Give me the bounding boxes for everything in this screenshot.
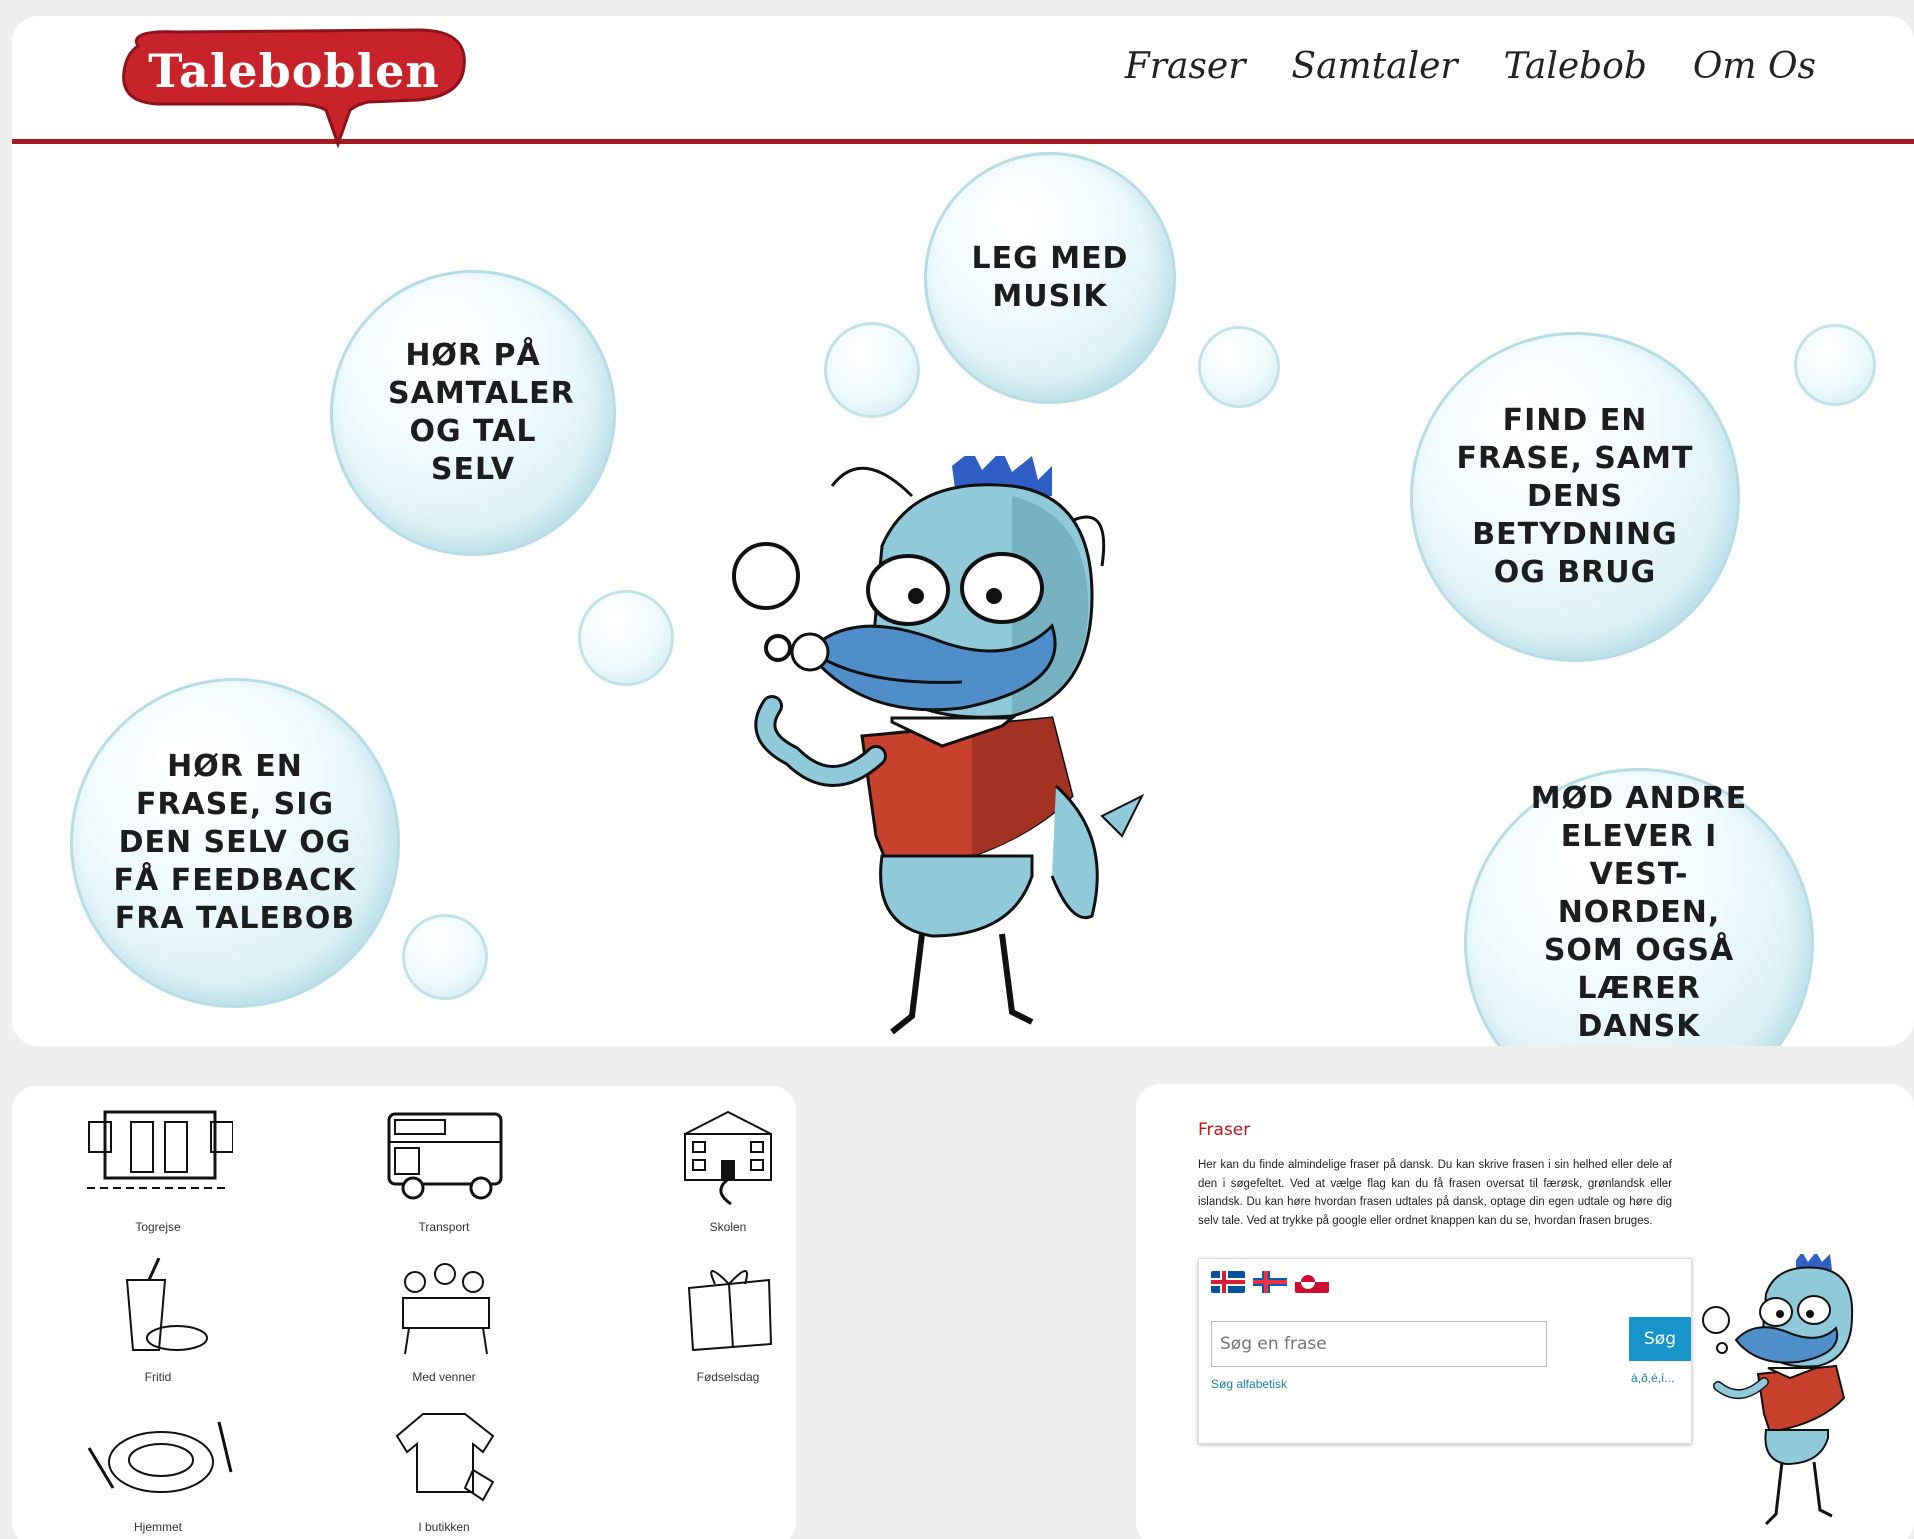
category-fodselsdag[interactable]: Fødselsdag	[628, 1258, 796, 1384]
nav-talebob[interactable]: Talebob	[1504, 46, 1647, 87]
fraser-card: Fraser Her kan du finde almindelige fras…	[1136, 1084, 1914, 1539]
language-flags	[1211, 1271, 1329, 1293]
category-transport[interactable]: Transport	[344, 1108, 544, 1234]
logo[interactable]: Taleboblen	[118, 26, 470, 154]
gift-icon	[687, 1270, 773, 1352]
school-icon	[684, 1110, 772, 1206]
faroe-flag-icon[interactable]	[1253, 1271, 1287, 1293]
category-skolen[interactable]: Skolen	[628, 1108, 796, 1234]
small-bubble	[824, 322, 920, 418]
main-nav: Fraser Samtaler Talebob Om Os	[1125, 46, 1816, 87]
dinner-plate-icon	[87, 1421, 233, 1493]
small-bubble	[578, 590, 674, 686]
small-bubble	[402, 914, 488, 1000]
top-navigation-bar: Taleboblen Fraser Samtaler Talebob Om Os	[12, 16, 1914, 149]
category-fritid[interactable]: Fritid	[58, 1257, 258, 1384]
talebob-mascot-icon	[732, 456, 1145, 1035]
bubble-samtaler[interactable]: HØR PÅ SAMTALER OG TAL SELV	[330, 270, 616, 556]
logo-text: Taleboblen	[148, 44, 440, 98]
fraser-description: Her kan du finde almindelige fraser på d…	[1198, 1159, 1672, 1227]
search-alphabetical-link[interactable]: Søg alfabetisk	[1211, 1377, 1287, 1391]
friends-icon	[402, 1263, 490, 1355]
small-bubble	[1198, 326, 1280, 408]
category-i-butikken[interactable]: I butikken	[344, 1408, 544, 1534]
bubble-feedback[interactable]: HØR EN FRASE, SIG DEN SELV OG FÅ FEEDBAC…	[70, 678, 400, 1008]
iceland-flag-icon[interactable]	[1211, 1271, 1245, 1293]
bubble-vest-norden[interactable]: MØD ANDRE ELEVER I VEST-NORDEN, SOM OGSÅ…	[1464, 768, 1814, 1046]
search-input[interactable]	[1211, 1321, 1547, 1367]
train-icon	[87, 1110, 234, 1189]
search-panel: Søg Søg alfabetisk á,ð,é,í...	[1198, 1258, 1692, 1444]
search-button[interactable]: Søg	[1629, 1317, 1691, 1361]
bus-icon	[387, 1112, 503, 1200]
fastfood-icon	[125, 1257, 208, 1351]
nav-samtaler[interactable]: Samtaler	[1291, 46, 1457, 87]
category-med-venner[interactable]: Med venner	[344, 1258, 544, 1384]
talebob-mascot-icon	[1702, 1254, 1854, 1526]
nav-fraser[interactable]: Fraser	[1125, 46, 1246, 87]
fraser-title: Fraser	[1198, 1120, 1251, 1140]
categories-card: Togrejse Transport Skolen Fritid Med ven…	[12, 1086, 796, 1539]
sweater-tag-icon	[395, 1413, 495, 1502]
greenland-flag-icon[interactable]	[1295, 1271, 1329, 1293]
nav-om-os[interactable]: Om Os	[1693, 46, 1816, 87]
category-togrejse[interactable]: Togrejse	[58, 1108, 258, 1234]
bubble-find-frase[interactable]: FIND EN FRASE, SAMT DENS BETYDNING OG BR…	[1410, 332, 1740, 662]
special-characters-link[interactable]: á,ð,é,í...	[1631, 1371, 1674, 1385]
small-bubble	[1794, 324, 1876, 406]
hero-card: Taleboblen Fraser Samtaler Talebob Om Os…	[12, 16, 1914, 1046]
bubble-musik[interactable]: LEG MED MUSIK	[924, 152, 1176, 404]
category-hjemmet[interactable]: Hjemmet	[58, 1408, 258, 1534]
